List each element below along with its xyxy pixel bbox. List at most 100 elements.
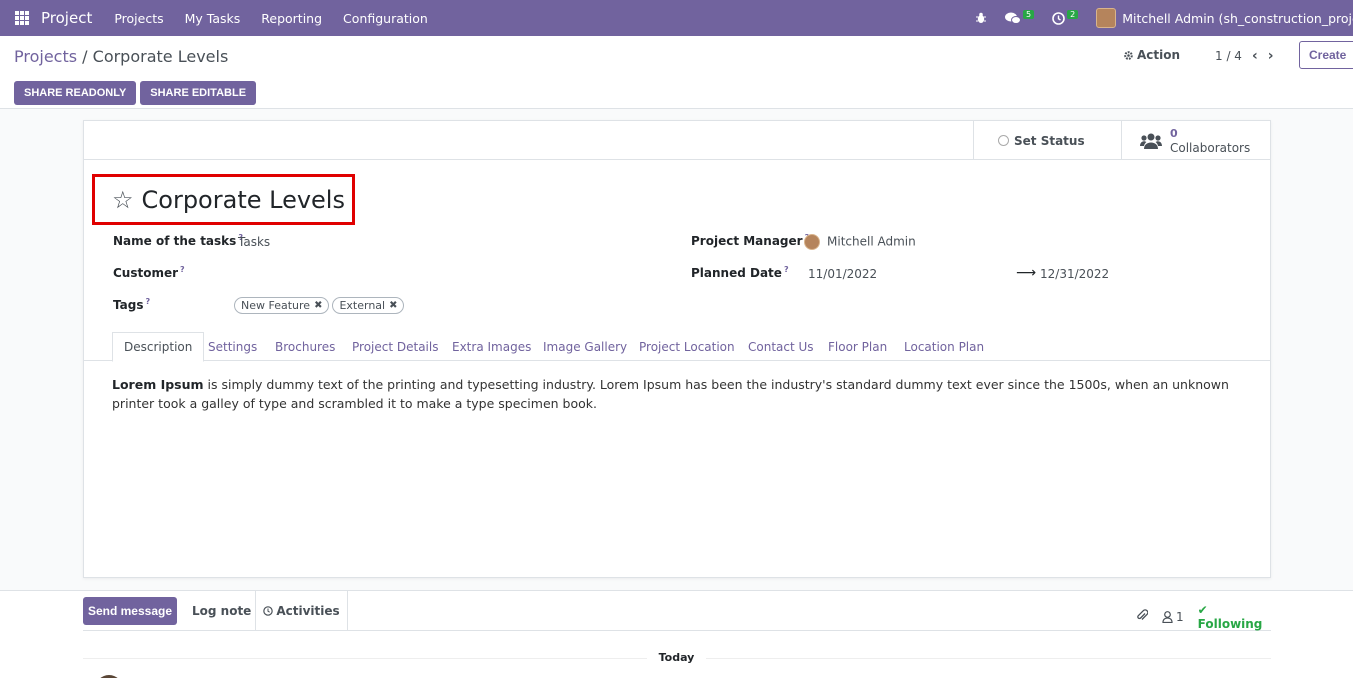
breadcrumb-current: Corporate Levels bbox=[92, 47, 229, 66]
set-status-button[interactable]: Set Status bbox=[973, 121, 1122, 160]
description-bold: Lorem Ipsum bbox=[112, 377, 204, 392]
tags-label-text: Tags bbox=[113, 298, 144, 312]
tab-contact-us[interactable]: Contact Us bbox=[737, 332, 825, 361]
project-manager-label: Project Manager? bbox=[691, 233, 809, 248]
followers-count: 1 bbox=[1176, 610, 1184, 624]
top-navbar: Project Projects My Tasks Reporting Conf… bbox=[0, 0, 1353, 36]
date-separator: Today bbox=[0, 651, 1353, 664]
share-editable-button[interactable]: SHARE EDITABLE bbox=[140, 81, 257, 105]
pager-next-icon[interactable]: › bbox=[1268, 48, 1274, 64]
tab-image-gallery[interactable]: Image Gallery bbox=[532, 332, 638, 361]
activities-button[interactable]: 2 bbox=[1052, 9, 1079, 25]
customer-label: Customer? bbox=[113, 265, 185, 280]
apps-menu-icon[interactable] bbox=[15, 11, 29, 25]
activities-count-badge: 2 bbox=[1067, 9, 1079, 19]
set-status-label: Set Status bbox=[1014, 133, 1085, 148]
tag-remove-icon[interactable]: ✖ bbox=[314, 300, 322, 311]
nav-my-tasks[interactable]: My Tasks bbox=[185, 11, 241, 26]
tab-brochures[interactable]: Brochures bbox=[264, 332, 346, 361]
collaborators-count: 0 bbox=[1170, 126, 1178, 140]
project-title-highlight: ☆ Corporate Levels bbox=[92, 174, 355, 225]
description-content[interactable]: Lorem Ipsum is simply dummy text of the … bbox=[112, 375, 1242, 413]
following-label: Following bbox=[1197, 617, 1263, 631]
tags-label: Tags? bbox=[113, 297, 150, 312]
chat-icon bbox=[1005, 12, 1021, 24]
tag-label: New Feature bbox=[241, 299, 311, 312]
date-range-arrow-icon: ⟶ bbox=[1016, 265, 1037, 281]
activities-button[interactable]: Activities bbox=[255, 591, 348, 631]
breadcrumb-projects-link[interactable]: Projects bbox=[14, 47, 77, 66]
share-readonly-button[interactable]: SHARE READONLY bbox=[14, 81, 137, 105]
nav-reporting[interactable]: Reporting bbox=[261, 11, 322, 26]
following-button[interactable]: ✔ Following bbox=[1198, 603, 1271, 631]
project-manager-value: Mitchell Admin bbox=[827, 234, 916, 249]
create-button[interactable]: Create bbox=[1299, 41, 1353, 69]
tab-project-details[interactable]: Project Details bbox=[341, 332, 449, 361]
users-icon bbox=[1140, 133, 1162, 149]
user-menu[interactable]: Mitchell Admin (sh_construction_project_… bbox=[1122, 11, 1353, 26]
share-buttons: SHARE READONLY SHARE EDITABLE bbox=[14, 81, 257, 105]
paperclip-icon[interactable] bbox=[1136, 609, 1149, 625]
user-avatar[interactable] bbox=[1096, 8, 1117, 28]
tag-new-feature: New Feature ✖ bbox=[234, 297, 330, 314]
tab-settings[interactable]: Settings bbox=[197, 332, 268, 361]
notebook-tabs: Description Settings Brochures Project D… bbox=[84, 332, 1270, 362]
log-note-button[interactable]: Log note bbox=[192, 604, 251, 618]
systray: 5 2 Mitchell Admin (sh_construction_proj… bbox=[975, 0, 1353, 36]
nav-projects[interactable]: Projects bbox=[114, 11, 163, 26]
customer-label-text: Customer bbox=[113, 266, 179, 280]
tag-remove-icon[interactable]: ✖ bbox=[389, 300, 397, 311]
tab-location-plan[interactable]: Location Plan bbox=[893, 332, 995, 361]
help-mark[interactable]: ? bbox=[784, 265, 789, 274]
send-message-button[interactable]: Send message bbox=[83, 597, 177, 625]
tab-floor-plan[interactable]: Floor Plan bbox=[817, 332, 898, 361]
project-title[interactable]: Corporate Levels bbox=[142, 186, 345, 214]
tab-extra-images[interactable]: Extra Images bbox=[441, 332, 542, 361]
app-title[interactable]: Project bbox=[41, 9, 92, 27]
user-icon bbox=[1162, 611, 1173, 623]
followers-button[interactable]: 1 bbox=[1162, 610, 1184, 624]
status-radio-icon bbox=[998, 135, 1009, 146]
star-icon[interactable]: ☆ bbox=[112, 188, 134, 212]
chatter: Send message Log note Activities 1 ✔ Fol… bbox=[0, 590, 1353, 678]
description-text: is simply dummy text of the printing and… bbox=[112, 377, 1229, 411]
tab-description[interactable]: Description bbox=[112, 332, 205, 362]
pager: 1 / 4 ‹ › bbox=[1215, 48, 1274, 64]
clock-icon bbox=[263, 606, 274, 616]
customer-field[interactable] bbox=[238, 265, 538, 281]
control-panel: Projects / Corporate Levels Action 1 / 4… bbox=[0, 36, 1353, 109]
activities-label: Activities bbox=[276, 604, 340, 618]
messages-button[interactable]: 5 bbox=[1005, 9, 1035, 25]
name-of-tasks-field[interactable]: Tasks bbox=[238, 235, 270, 249]
project-manager-field[interactable]: Mitchell Admin bbox=[804, 234, 916, 250]
check-icon: ✔ bbox=[1197, 603, 1208, 617]
messages-count-badge: 5 bbox=[1023, 9, 1035, 19]
planned-date-label: Planned Date? bbox=[691, 265, 789, 280]
gear-icon bbox=[1124, 50, 1133, 60]
tag-label: External bbox=[339, 299, 386, 312]
pager-value[interactable]: 1 / 4 bbox=[1215, 49, 1242, 63]
tags-field[interactable]: New Feature ✖ External ✖ bbox=[234, 297, 407, 314]
clock-icon bbox=[1052, 11, 1065, 25]
action-menu-button[interactable]: Action bbox=[1123, 48, 1180, 62]
tab-project-location[interactable]: Project Location bbox=[628, 332, 746, 361]
collaborators-label: Collaborators bbox=[1170, 140, 1251, 155]
tag-external: External ✖ bbox=[332, 297, 405, 314]
date-separator-label: Today bbox=[646, 651, 707, 664]
name-of-tasks-label-text: Name of the tasks bbox=[113, 234, 237, 248]
bug-icon[interactable] bbox=[975, 12, 987, 24]
form-sheet: Set Status 0 Collaborators ☆ Corporate L… bbox=[83, 120, 1271, 578]
help-mark[interactable]: ? bbox=[180, 265, 185, 274]
pager-previous-icon[interactable]: ‹ bbox=[1252, 48, 1258, 64]
planned-date-end[interactable]: 12/31/2022 bbox=[1040, 267, 1109, 281]
chatter-actions: 1 ✔ Following bbox=[1136, 603, 1271, 631]
name-of-tasks-label: Name of the tasks? bbox=[113, 233, 243, 248]
help-mark[interactable]: ? bbox=[145, 297, 150, 306]
action-label: Action bbox=[1137, 48, 1181, 62]
collaborators-text: 0 Collaborators bbox=[1170, 127, 1250, 155]
manager-avatar bbox=[804, 234, 820, 250]
nav-configuration[interactable]: Configuration bbox=[343, 11, 428, 26]
collaborators-button[interactable]: 0 Collaborators bbox=[1121, 121, 1270, 160]
planned-date-start[interactable]: 11/01/2022 bbox=[808, 267, 877, 281]
breadcrumb: Projects / Corporate Levels bbox=[14, 47, 228, 66]
